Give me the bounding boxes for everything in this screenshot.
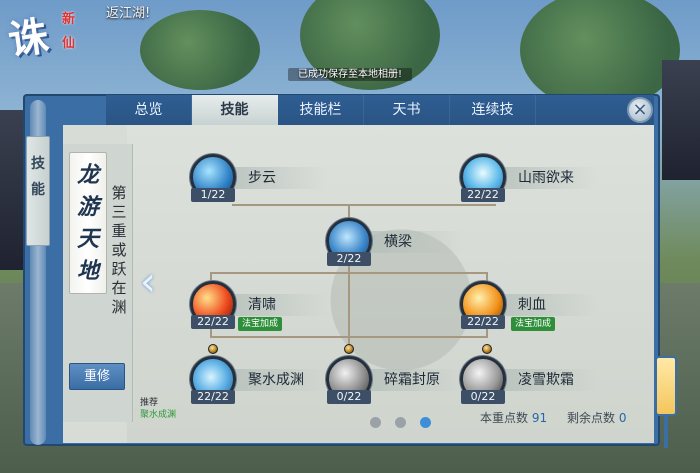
skill-level: 0/22 <box>461 390 505 404</box>
gem-icon <box>482 344 492 354</box>
toast-text: 已成功保存至本地相册! <box>287 68 412 81</box>
skill-hengliang[interactable]: 横梁 2/22 <box>326 218 476 268</box>
points-value: 0 <box>618 411 627 425</box>
logo-small-char: 仙 <box>62 36 76 51</box>
tree-connector <box>232 204 496 206</box>
tab-combo[interactable]: 连续技 <box>450 95 536 125</box>
skill-level: 22/22 <box>191 315 235 329</box>
remaining-points: 剩余点数 0 <box>567 409 626 426</box>
gem-icon <box>208 344 218 354</box>
page-dot[interactable] <box>395 417 406 428</box>
side-tab-skills[interactable]: 技能 <box>26 136 50 246</box>
logo-small-char: 新 <box>62 12 76 27</box>
treasure-bonus-badge: 法宝加成 <box>511 317 556 331</box>
tab-overview[interactable]: 总览 <box>106 95 192 125</box>
lantern-pole <box>664 414 668 448</box>
treasure-bonus-badge: 法宝加成 <box>238 317 283 331</box>
tab-bar: 总览 技能 技能栏 天书 连续技 <box>106 95 654 125</box>
points-label: 剩余点数 <box>567 411 616 425</box>
skill-level: 1/22 <box>191 188 235 202</box>
skill-level: 0/22 <box>327 390 371 404</box>
tree-connector <box>348 262 350 352</box>
gem-icon <box>344 344 354 354</box>
skill-level: 2/22 <box>327 252 371 266</box>
current-tier-points: 本重点数 91 <box>480 409 547 426</box>
skill-level: 22/22 <box>191 390 235 404</box>
toast-notification: 已成功保存至本地相册! <box>0 65 700 81</box>
skill-shanyuyulai[interactable]: 山雨欲来 22/22 <box>460 154 610 204</box>
page-dot-active[interactable] <box>420 417 431 428</box>
game-logo: 诛 新 仙 <box>4 2 104 72</box>
tab-skill-bar[interactable]: 技能栏 <box>278 95 364 125</box>
recommend-note: 推荐 聚水成渊 <box>140 397 176 421</box>
reset-skills-button[interactable]: 重修 <box>69 363 125 390</box>
tree-connector <box>210 336 488 338</box>
recommend-skill: 聚水成渊 <box>140 410 177 420</box>
points-label: 本重点数 <box>480 411 529 425</box>
page-indicator <box>370 417 431 428</box>
tier-label: 第三重或跃在渊 <box>111 184 127 316</box>
skill-jushuichengyuan[interactable]: 聚水成渊 22/22 <box>190 356 340 406</box>
chevron-left-icon[interactable]: ‹ <box>140 262 164 302</box>
tree-connector <box>210 272 488 274</box>
points-value: 91 <box>531 411 548 425</box>
skill-level: 22/22 <box>461 188 505 202</box>
close-icon[interactable]: × <box>627 97 653 123</box>
skill-level: 22/22 <box>461 315 505 329</box>
tab-skills[interactable]: 技能 <box>192 95 278 125</box>
recommend-label: 推荐 <box>140 398 159 408</box>
system-message: 返江湖! <box>106 6 151 21</box>
skill-suishuangfengyuan[interactable]: 碎霜封原 0/22 <box>326 356 476 406</box>
skill-buyun[interactable]: 步云 1/22 <box>190 154 340 204</box>
skill-school-scroll: 龙游天地 <box>69 152 107 294</box>
logo-main-char: 诛 <box>5 12 52 65</box>
tab-heavenly-book[interactable]: 天书 <box>364 95 450 125</box>
page-dot[interactable] <box>370 417 381 428</box>
skill-lingxueqishuang[interactable]: 凌雪欺霜 0/22 <box>460 356 610 406</box>
lantern-icon <box>655 356 677 416</box>
